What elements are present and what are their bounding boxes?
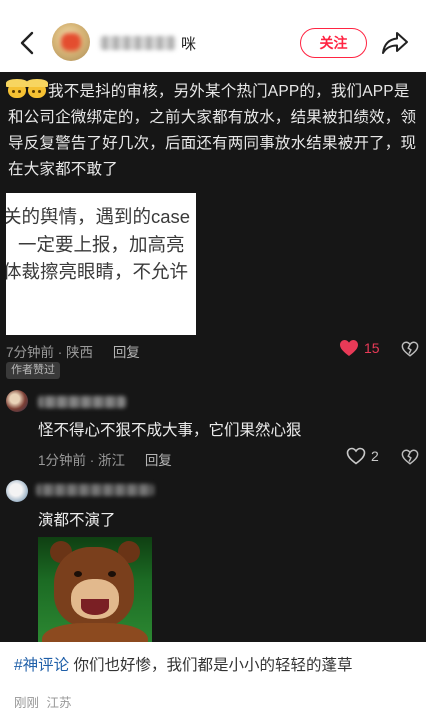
- post-location: 江苏: [46, 696, 72, 710]
- comment-meta: 7分钟前 · 陕西 回复: [6, 345, 140, 360]
- heart-filled-icon: [340, 340, 358, 356]
- comment-location: 陕西: [66, 345, 94, 360]
- share-icon: [382, 32, 408, 54]
- nested-text-line: 一定要上报，加高亮: [18, 234, 185, 255]
- dislike-heart-icon: [401, 449, 419, 465]
- author-name-suffix: 咪: [181, 35, 197, 53]
- like-count: 2: [371, 448, 379, 464]
- like-count: 15: [364, 340, 380, 356]
- emoji-icon: [6, 79, 28, 98]
- reply-link: 回复: [144, 453, 172, 468]
- nested-screenshot: 关的舆情，遇到的case 一定要上报，加高亮 体裁擦亮眼睛，不允许: [6, 193, 196, 335]
- blurred-username: [100, 36, 176, 50]
- post-header: 咪 关注: [0, 0, 426, 78]
- comment-time: 1分钟前: [38, 453, 87, 468]
- blurred-commenter-name: [36, 484, 154, 496]
- emoji-icon: [26, 79, 48, 98]
- hashtag-link[interactable]: #神评论: [14, 657, 69, 674]
- nested-text-line: 关的舆情，遇到的case: [6, 206, 191, 227]
- post-caption: #神评论 你们也好惨，我们都是小小的轻轻的蓬草: [14, 655, 418, 677]
- comment-location: 浙江: [98, 453, 126, 468]
- commenter-avatar: [6, 480, 28, 502]
- comment-text: 怪不得心不狠不成大事，它们果然心狠: [38, 422, 302, 439]
- reply-link: 回复: [112, 345, 140, 360]
- comment-like: 2: [346, 447, 379, 465]
- follow-button[interactable]: 关注: [300, 28, 367, 58]
- caption-text: 你们也好惨，我们都是小小的轻轻的蓬草: [73, 657, 353, 674]
- comment-time: 7分钟前: [6, 345, 55, 360]
- post-screenshot-image[interactable]: 我不是抖的审核，另外某个热门APP的，我们APP是和公司企微绑定的，之前大家都有…: [0, 72, 426, 642]
- comment-text: 演都不演了: [38, 512, 116, 529]
- commenter-avatar: [6, 390, 28, 412]
- dislike-heart-icon: [401, 341, 419, 357]
- post-time: 刚刚: [14, 696, 40, 710]
- back-button[interactable]: [14, 28, 40, 58]
- comment-like: 15: [339, 339, 380, 357]
- blurred-commenter-name: [38, 396, 126, 408]
- bear-sticker-image: [38, 537, 152, 642]
- quoted-comment-text: 我不是抖的审核，另外某个热门APP的，我们APP是和公司企微绑定的，之前大家都有…: [6, 79, 417, 178]
- post-meta: 刚刚 江苏: [14, 692, 72, 711]
- comment-meta: 1分钟前 · 浙江 回复: [38, 453, 172, 468]
- author-avatar[interactable]: [52, 23, 90, 61]
- nested-text-line: 体裁擦亮眼睛，不允许: [6, 261, 189, 282]
- share-button[interactable]: [381, 30, 409, 56]
- author-name[interactable]: 咪: [100, 33, 196, 53]
- chevron-left-icon: [20, 31, 34, 55]
- heart-outline-icon: [346, 447, 366, 465]
- author-liked-badge: 作者赞过: [6, 362, 60, 379]
